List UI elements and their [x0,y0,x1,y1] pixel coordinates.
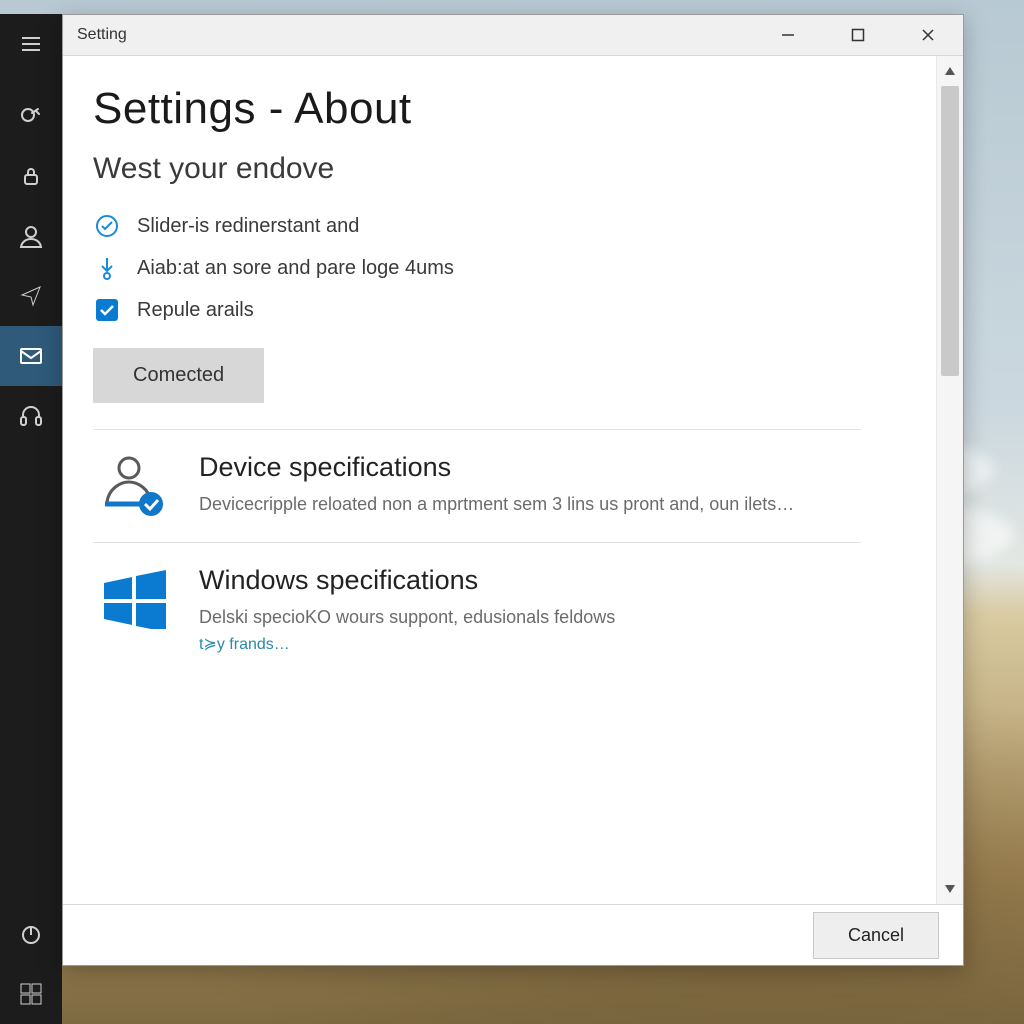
page-title: Settings - About [93,84,906,134]
mail-icon[interactable] [0,326,62,386]
security-key-icon[interactable] [0,86,62,146]
scroll-up-button[interactable] [937,56,963,86]
download-pin-icon [93,254,121,282]
scroll-down-button[interactable] [937,874,963,904]
windows-logo-icon [97,565,173,633]
scrollbar-track[interactable] [937,86,963,874]
status-list: Slider-is redinerstant and Aiab:at an so… [93,212,906,324]
scrollbar[interactable] [936,56,963,904]
location-icon[interactable] [0,266,62,326]
scrollbar-thumb[interactable] [941,86,959,376]
content-area: Settings - About West your endove Slider… [63,56,936,904]
windows-specifications-heading: Windows specifications [199,565,615,596]
status-label: Repule arails [137,299,254,322]
power-icon[interactable] [0,904,62,964]
status-label: Aiab:at an sore and pare loge 4ums [137,257,454,280]
window-title: Setting [77,26,127,44]
start-icon[interactable] [0,964,62,1024]
page-subtitle: West your endove [93,152,906,186]
titlebar[interactable]: Setting [63,15,963,56]
maximize-button[interactable] [823,15,893,55]
cancel-button[interactable]: Cancel [813,912,939,959]
connected-button[interactable]: Comected [93,348,264,403]
headset-icon[interactable] [0,386,62,446]
windows-specifications-desc: Delski specioKO wours suppont, edusional… [199,604,615,630]
device-specifications-heading: Device specifications [199,452,794,483]
windows-specifications-link[interactable]: t≽y frands… [199,634,615,654]
close-button[interactable] [893,15,963,55]
shell-sidebar [0,14,62,1024]
status-item: Aiab:at an sore and pare loge 4ums [93,254,906,282]
footer: Cancel [63,904,963,965]
lock-icon[interactable] [0,146,62,206]
device-specifications-block[interactable]: Device specifications Devicecripple relo… [93,429,861,542]
status-label: Slider-is redinerstant and [137,215,359,238]
shield-check-icon [93,212,121,240]
settings-window: Setting Settings - About West your endov… [62,14,964,966]
device-person-icon [97,452,173,520]
account-icon[interactable] [0,206,62,266]
status-item: Slider-is redinerstant and [93,212,906,240]
status-item: Repule arails [93,296,906,324]
checkbox-icon[interactable] [93,296,121,324]
windows-specifications-block[interactable]: Windows specifications Delski specioKO w… [93,542,861,676]
device-specifications-desc: Devicecripple reloated non a mprtment se… [199,491,794,517]
minimize-button[interactable] [753,15,823,55]
menu-icon[interactable] [0,14,62,74]
